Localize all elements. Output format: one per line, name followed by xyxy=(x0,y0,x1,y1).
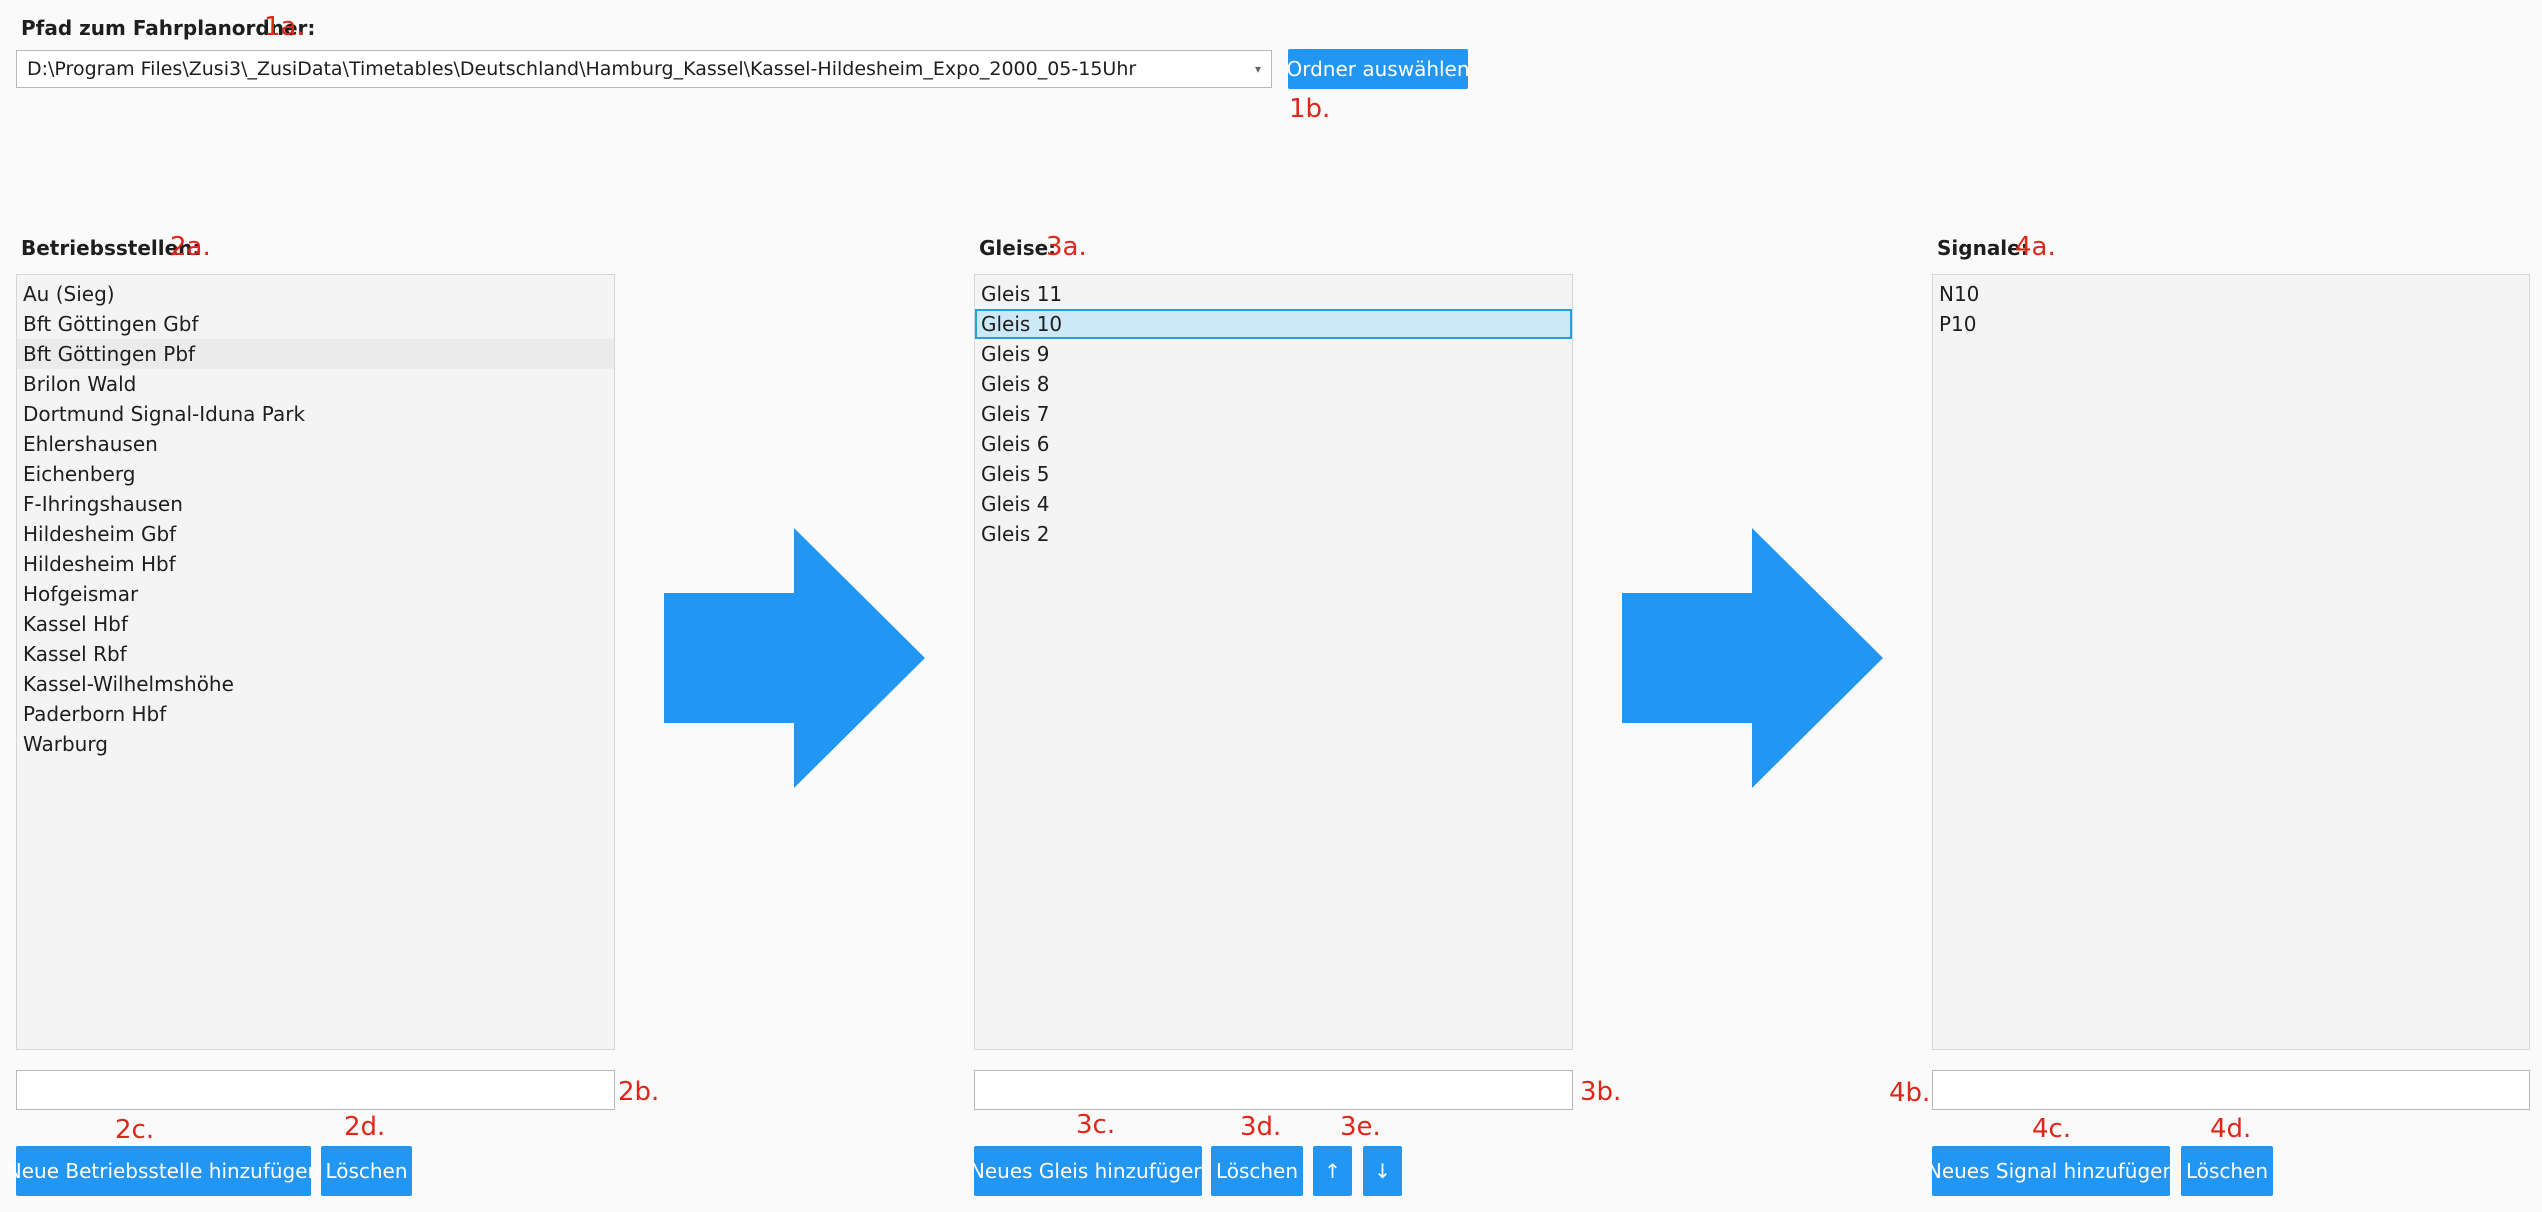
list-item[interactable]: Gleis 6 xyxy=(975,429,1572,459)
list-item[interactable]: F-Ihringshausen xyxy=(17,489,614,519)
list-item[interactable]: Hildesheim Hbf xyxy=(17,549,614,579)
signal-name-input[interactable] xyxy=(1932,1070,2530,1110)
signale-list[interactable]: N10 P10 xyxy=(1932,274,2530,1050)
chevron-down-icon[interactable]: ▾ xyxy=(1245,62,1271,76)
list-item[interactable]: Hofgeismar xyxy=(17,579,614,609)
gleise-label: Gleise: xyxy=(979,236,1057,260)
betriebsstelle-name-input[interactable] xyxy=(16,1070,615,1110)
annotation-2a: 2a. xyxy=(170,232,211,262)
list-item[interactable]: Ehlershausen xyxy=(17,429,614,459)
list-item[interactable]: Dortmund Signal-Iduna Park xyxy=(17,399,614,429)
list-item[interactable]: Bft Göttingen Pbf xyxy=(17,339,614,369)
list-item-selected[interactable]: Gleis 10 xyxy=(975,309,1572,339)
list-item[interactable]: Gleis 11 xyxy=(975,279,1572,309)
list-item[interactable]: P10 xyxy=(1933,309,2529,339)
annotation-3c: 3c. xyxy=(1076,1110,1116,1140)
annotation-4c: 4c. xyxy=(2032,1114,2072,1144)
delete-gleis-button[interactable]: Löschen xyxy=(1211,1146,1303,1196)
list-item[interactable]: Au (Sieg) xyxy=(17,279,614,309)
gleis-name-input[interactable] xyxy=(974,1070,1573,1110)
list-item[interactable]: Gleis 8 xyxy=(975,369,1572,399)
annotation-3b: 3b. xyxy=(1580,1077,1622,1107)
list-item[interactable]: Gleis 9 xyxy=(975,339,1572,369)
annotation-1a: 1a. xyxy=(264,12,305,42)
list-item[interactable]: Brilon Wald xyxy=(17,369,614,399)
list-item[interactable]: Gleis 5 xyxy=(975,459,1572,489)
add-betriebsstelle-button[interactable]: Neue Betriebsstelle hinzufügen xyxy=(7,1146,320,1196)
list-item[interactable]: Gleis 4 xyxy=(975,489,1572,519)
annotation-2d: 2d. xyxy=(344,1112,386,1142)
list-item[interactable]: Gleis 7 xyxy=(975,399,1572,429)
list-item[interactable]: Bft Göttingen Gbf xyxy=(17,309,614,339)
folder-path-value: D:\Program Files\Zusi3\_ZusiData\Timetab… xyxy=(27,58,1137,80)
list-item[interactable]: Warburg xyxy=(17,729,614,759)
list-item[interactable]: Gleis 2 xyxy=(975,519,1572,549)
delete-signal-button[interactable]: Löschen xyxy=(2181,1146,2273,1196)
move-down-button[interactable]: ↓ xyxy=(1363,1146,1402,1196)
betriebsstellen-list[interactable]: Au (Sieg) Bft Göttingen Gbf Bft Göttinge… xyxy=(16,274,615,1050)
select-folder-button[interactable]: Ordner auswählen xyxy=(1286,49,1470,89)
list-item[interactable]: Hildesheim Gbf xyxy=(17,519,614,549)
list-item[interactable]: Paderborn Hbf xyxy=(17,699,614,729)
annotation-2b: 2b. xyxy=(618,1077,660,1107)
arrow-right-icon xyxy=(664,528,925,788)
annotation-4d: 4d. xyxy=(2210,1114,2252,1144)
annotation-1b: 1b. xyxy=(1289,94,1331,124)
list-item[interactable]: Eichenberg xyxy=(17,459,614,489)
move-up-button[interactable]: ↑ xyxy=(1313,1146,1352,1196)
list-item[interactable]: N10 xyxy=(1933,279,2529,309)
gleise-list[interactable]: Gleis 11 Gleis 10 Gleis 9 Gleis 8 Gleis … xyxy=(974,274,1573,1050)
list-item[interactable]: Kassel Rbf xyxy=(17,639,614,669)
annotation-3e: 3e. xyxy=(1340,1112,1381,1142)
annotation-4b: 4b. xyxy=(1889,1078,1931,1108)
annotation-3a: 3a. xyxy=(1046,232,1087,262)
list-item[interactable]: Kassel-Wilhelmshöhe xyxy=(17,669,614,699)
annotation-2c: 2c. xyxy=(115,1115,155,1145)
add-gleis-button[interactable]: Neues Gleis hinzufügen xyxy=(970,1146,1206,1196)
annotation-4a: 4a. xyxy=(2015,232,2056,262)
annotation-3d: 3d. xyxy=(1240,1112,1282,1142)
arrow-right-icon xyxy=(1622,528,1883,788)
delete-betriebsstelle-button[interactable]: Löschen xyxy=(321,1146,412,1196)
folder-path-combobox[interactable]: D:\Program Files\Zusi3\_ZusiData\Timetab… xyxy=(16,50,1272,88)
add-signal-button[interactable]: Neues Signal hinzufügen xyxy=(1927,1146,2175,1196)
list-item[interactable]: Kassel Hbf xyxy=(17,609,614,639)
